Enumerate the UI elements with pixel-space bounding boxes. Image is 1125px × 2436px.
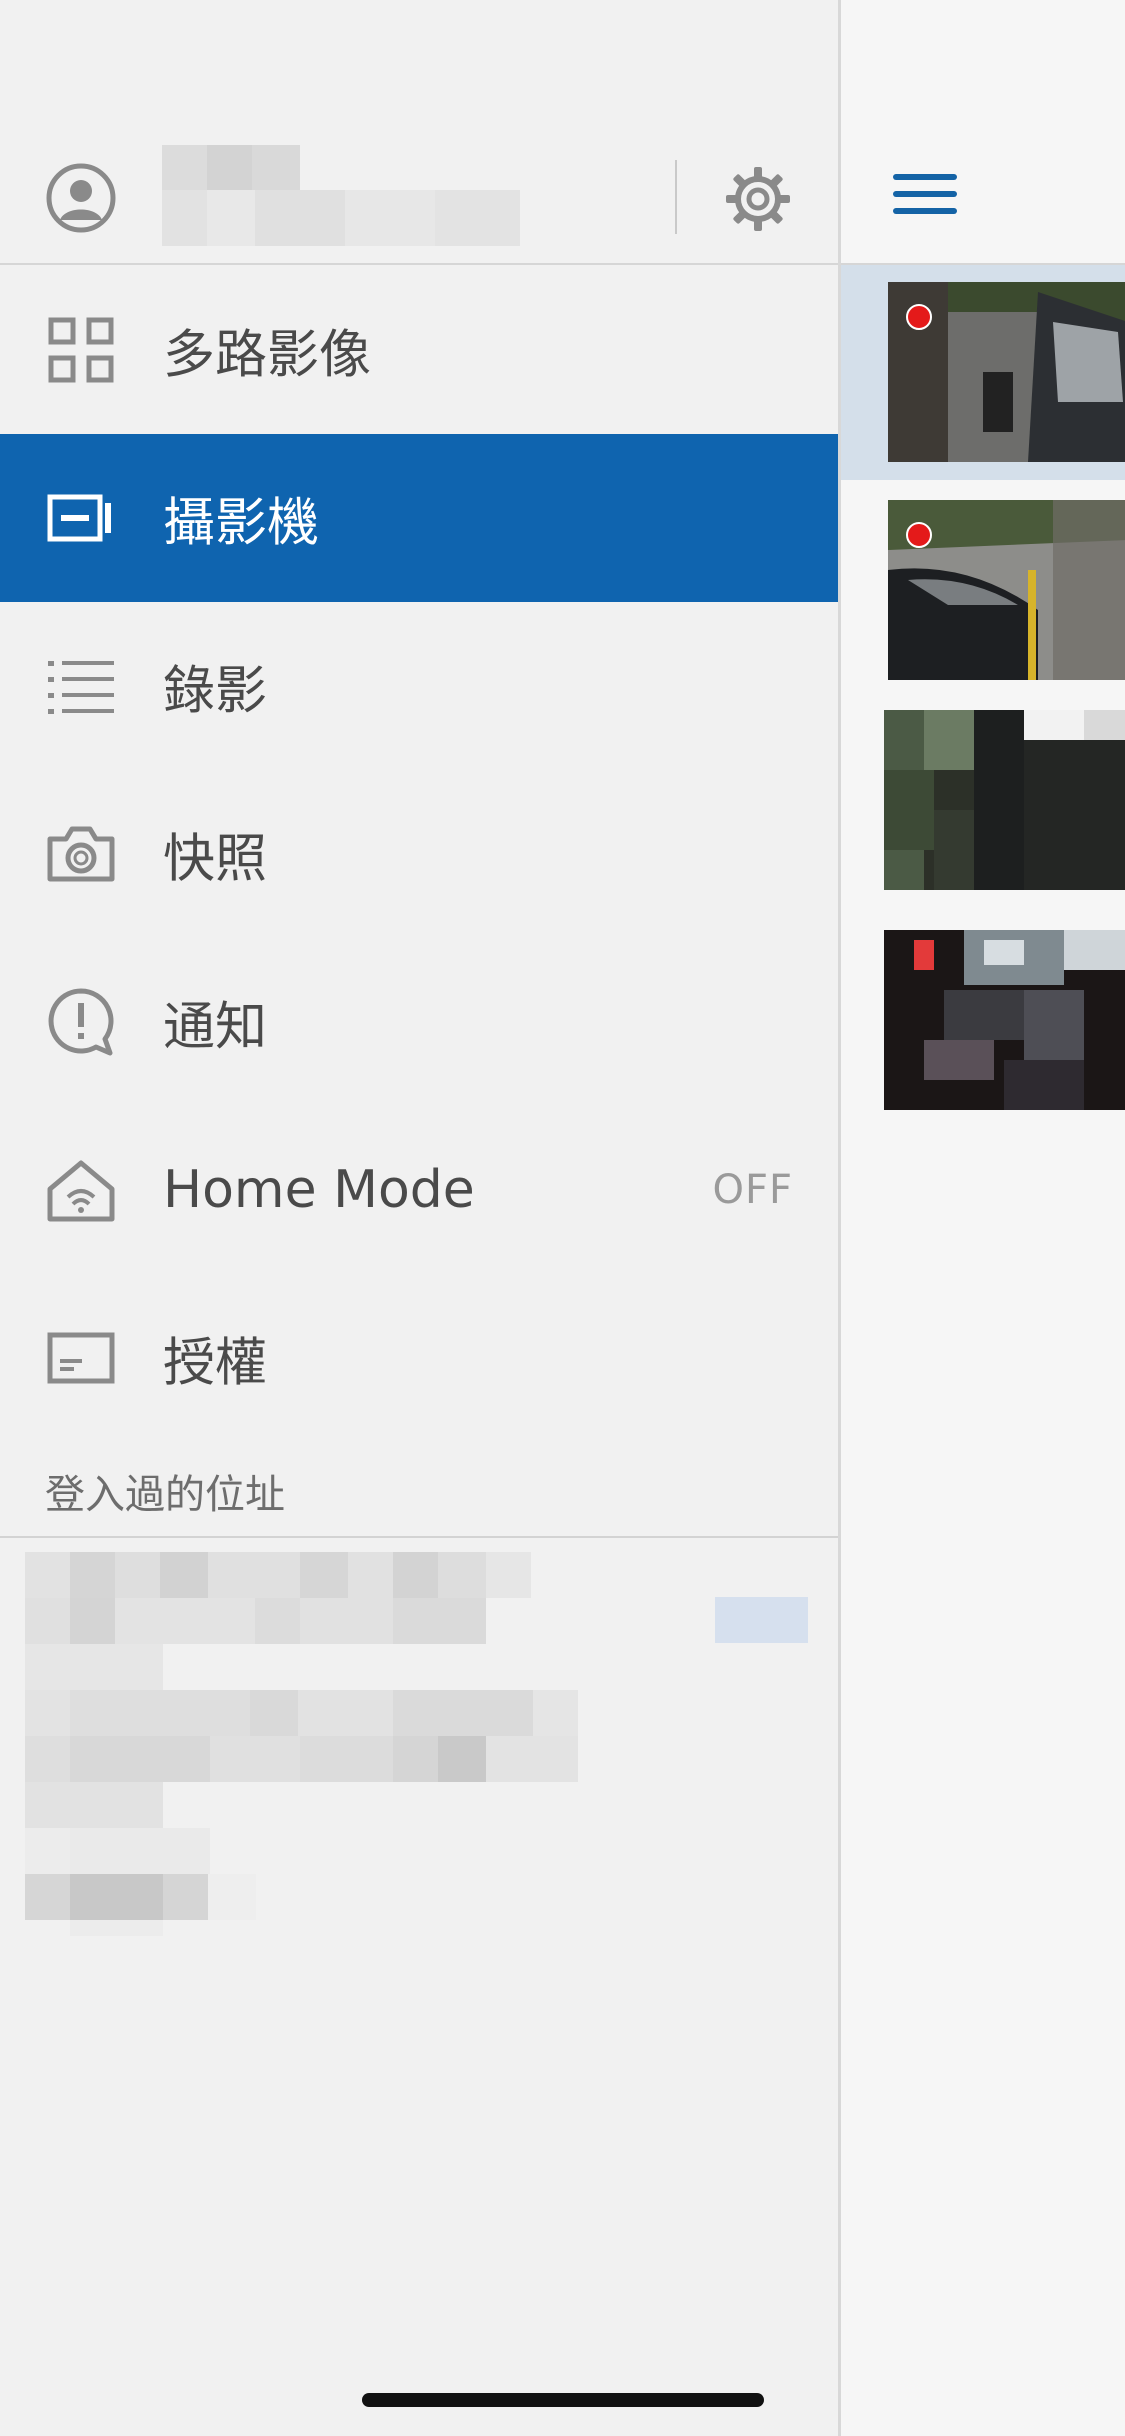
grid-icon [48, 317, 114, 383]
menu-item-snapshot[interactable]: 快照 [0, 770, 838, 938]
menu-label-recording: 錄影 [163, 661, 268, 722]
list-icon [48, 661, 114, 714]
camera-feed-image [884, 710, 1125, 890]
camera-thumbnail[interactable] [884, 710, 1125, 890]
home-indicator [362, 2393, 764, 2407]
menu-label-snapshot: 快照 [163, 829, 268, 890]
menu-label-notification: 通知 [163, 997, 268, 1058]
menu-item-notification[interactable]: 通知 [0, 938, 838, 1106]
gear-icon[interactable] [722, 163, 794, 235]
camera-thumbnail[interactable] [884, 930, 1125, 1110]
home-mode-icon [47, 1160, 115, 1222]
menu-item-license[interactable]: 授權 [0, 1274, 838, 1442]
logged-in-addresses-title: 登入過的位址 [45, 1472, 285, 1518]
camera-icon [47, 494, 111, 542]
license-icon [47, 1332, 115, 1384]
account-header [0, 0, 838, 265]
notification-icon [48, 988, 114, 1056]
camera-feed-image [884, 930, 1125, 1110]
camera-thumbnail[interactable] [888, 500, 1125, 680]
camera-list-pane [838, 0, 1125, 2436]
menu-label-multi-view: 多路影像 [163, 325, 372, 386]
recording-indicator-icon [906, 522, 932, 548]
hamburger-menu-icon[interactable] [893, 174, 957, 220]
navigation-drawer: 多路影像 攝影機 錄影 快照 通知 Home Mode OFF 授權 登入過的位… [0, 0, 838, 2436]
user-avatar-icon[interactable] [45, 162, 117, 234]
menu-label-camera: 攝影機 [163, 493, 320, 554]
camera-list-header [841, 0, 1125, 265]
section-divider [0, 1536, 838, 1538]
recording-indicator-icon [906, 304, 932, 330]
camera-thumbnail[interactable] [888, 282, 1125, 462]
snapshot-icon [47, 826, 115, 882]
home-mode-status: OFF [712, 1167, 793, 1213]
menu-label-license: 授權 [163, 1333, 268, 1394]
header-divider [675, 160, 677, 234]
menu-item-camera[interactable]: 攝影機 [0, 434, 838, 602]
menu-item-recording[interactable]: 錄影 [0, 602, 838, 770]
menu-label-home-mode: Home Mode [163, 1160, 475, 1220]
menu-item-home-mode[interactable]: Home Mode OFF [0, 1106, 838, 1274]
menu-item-multi-view[interactable]: 多路影像 [0, 266, 838, 434]
